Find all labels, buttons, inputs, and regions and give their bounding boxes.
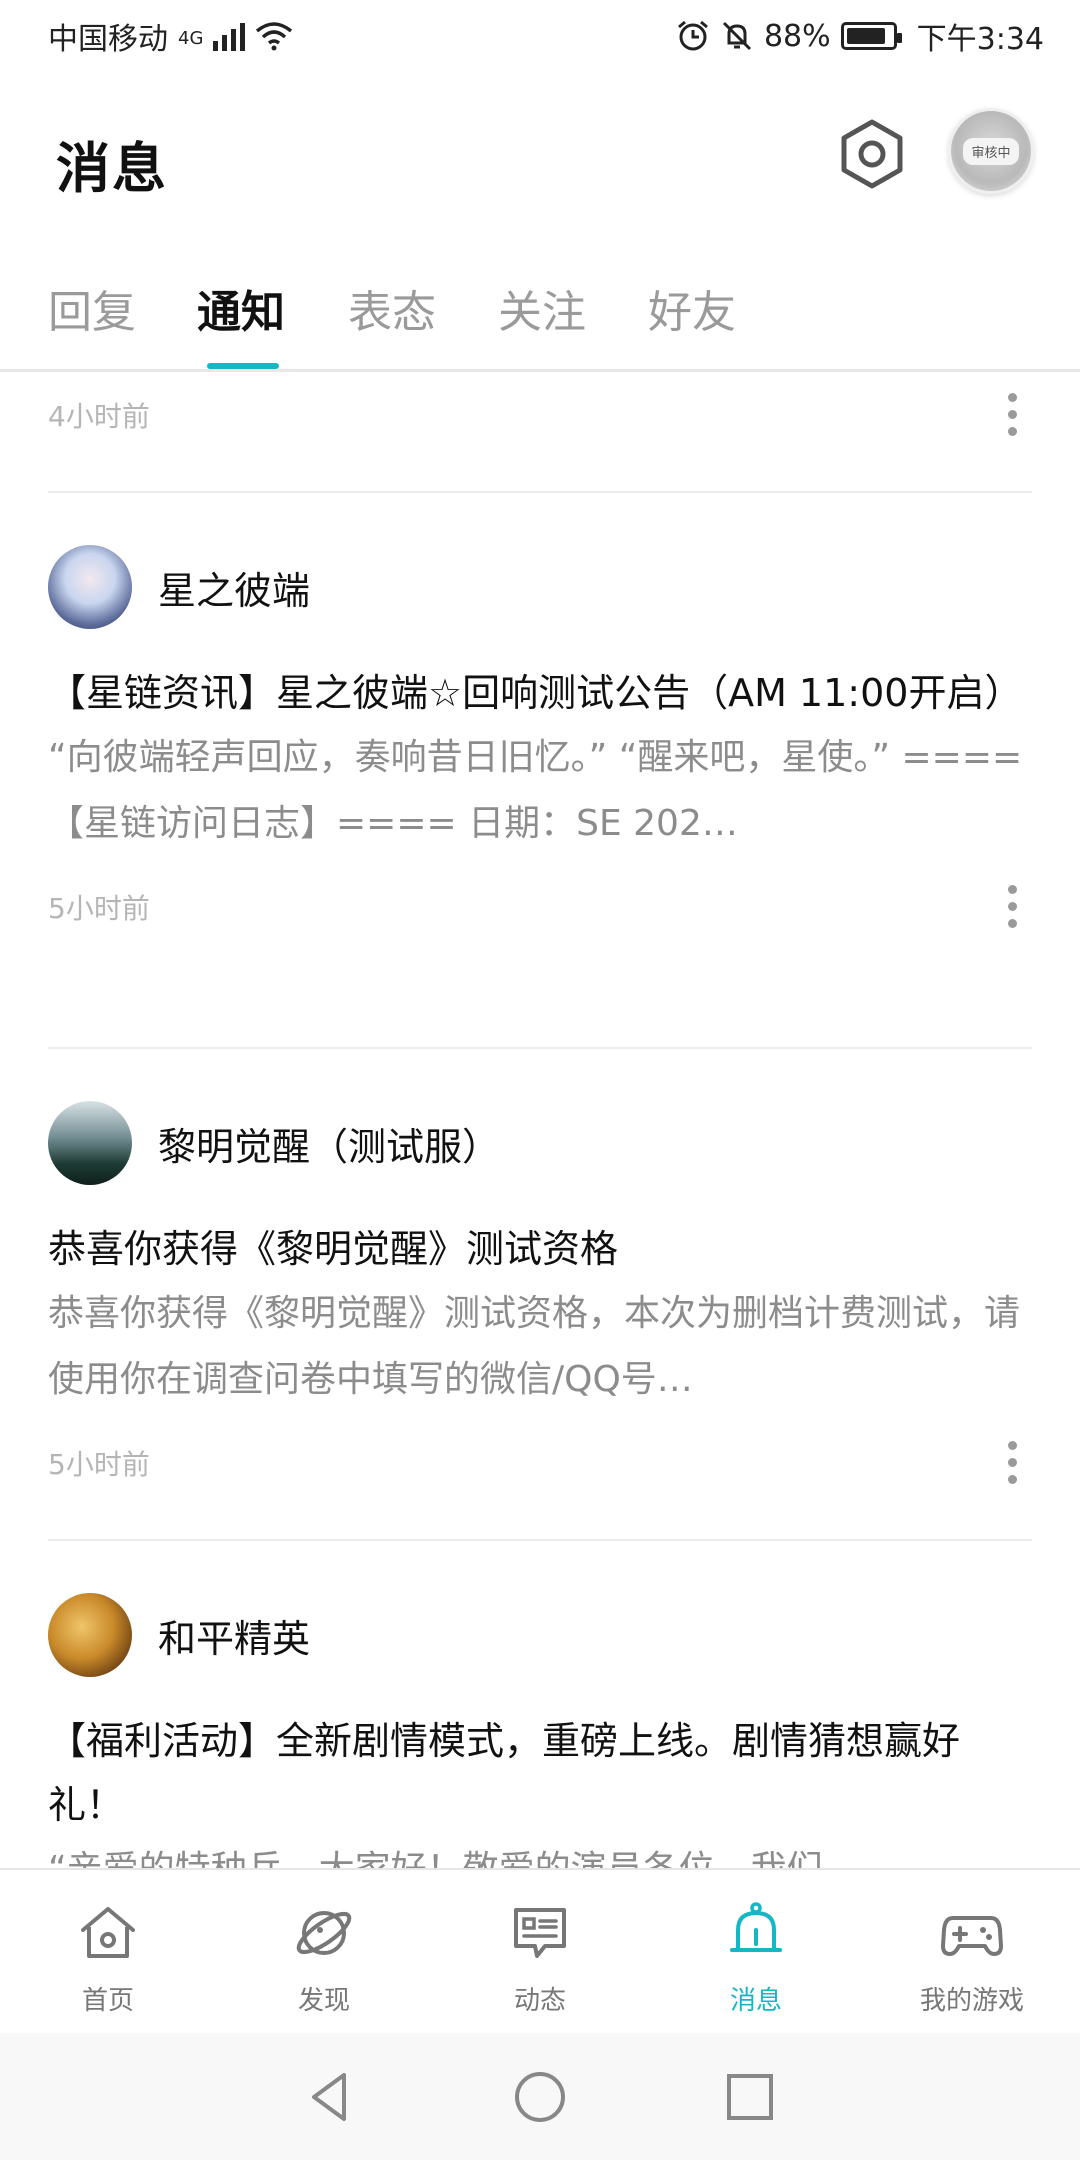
- nav-feed[interactable]: 动态: [432, 1870, 648, 2033]
- home-circle-icon[interactable]: [510, 2067, 570, 2127]
- nav-label: 动态: [513, 1986, 566, 2016]
- home-icon: [81, 1907, 135, 1958]
- wifi-icon: [256, 22, 293, 51]
- nav-my-games[interactable]: 我的游戏: [864, 1870, 1080, 2033]
- tab-reactions[interactable]: 表态: [348, 276, 436, 356]
- feed-item[interactable]: 黎明觉醒（测试服） 恭喜你获得《黎明觉醒》测试资格 恭喜你获得《黎明觉醒》测试资…: [48, 1099, 1032, 1484]
- divider: [48, 1539, 1032, 1541]
- feed-item[interactable]: 和平精英 【福利活动】全新剧情模式，重磅上线。剧情猜想赢好礼！ “亲爱的特种兵，…: [48, 1591, 1032, 1868]
- carrier-name: 中国移动: [48, 22, 168, 57]
- clock: 下午3:34: [916, 22, 1044, 57]
- author-row[interactable]: 和平精英: [48, 1591, 1032, 1679]
- avatar-review-badge: 审核中: [963, 137, 1019, 165]
- nav-label: 消息: [729, 1986, 782, 2016]
- bottom-nav: 首页 发现 动态 消息 我的游戏: [0, 1868, 1080, 2033]
- mute-bell-icon: [722, 21, 751, 51]
- author-name[interactable]: 和平精英: [158, 1608, 310, 1663]
- settings-icon: [841, 119, 903, 189]
- item-time: 4小时前: [48, 400, 150, 433]
- post-excerpt[interactable]: “向彼端轻声回应，奏响昔日旧忆。” “醒来吧，星使。” ====【星链访问日志】…: [48, 725, 1032, 857]
- feed-item[interactable]: 星之彼端 【星链资讯】星之彼端☆回响测试公告（AM 11:00开启） “向彼端轻…: [48, 543, 1032, 928]
- tab-notifications[interactable]: 通知: [197, 276, 285, 356]
- tab-follows[interactable]: 关注: [498, 276, 586, 356]
- nav-home[interactable]: 首页: [0, 1870, 216, 2033]
- author-row[interactable]: 黎明觉醒（测试服）: [48, 1099, 1032, 1187]
- post-title[interactable]: 【星链资讯】星之彼端☆回响测试公告（AM 11:00开启）: [48, 661, 1032, 725]
- item-time: 5小时前: [48, 892, 150, 925]
- post-title[interactable]: 【福利活动】全新剧情模式，重磅上线。剧情猜想赢好礼！: [48, 1709, 1032, 1837]
- battery-fill: [846, 28, 886, 44]
- author-row[interactable]: 星之彼端: [48, 543, 1032, 631]
- tab-friends[interactable]: 好友: [648, 276, 736, 356]
- author-name[interactable]: 星之彼端: [158, 560, 310, 615]
- more-options-icon[interactable]: [1000, 885, 1024, 928]
- back-icon[interactable]: [300, 2067, 360, 2127]
- header: 消息 审核中: [0, 100, 1080, 210]
- nav-label: 我的游戏: [919, 1986, 1024, 2016]
- post-excerpt[interactable]: 恭喜你获得《黎明觉醒》测试资格，本次为删档计费测试，请使用你在调查问卷中填写的微…: [48, 1281, 1032, 1413]
- more-options-icon[interactable]: [1000, 1441, 1024, 1484]
- battery-percent: 88%: [763, 18, 831, 54]
- item-time: 5小时前: [48, 1448, 150, 1481]
- system-nav-bar: [0, 2033, 1080, 2160]
- bell-icon: [730, 1902, 782, 1952]
- alarm-icon: [677, 20, 708, 51]
- gamepad-icon: [941, 1916, 1003, 1956]
- feed-item-partial[interactable]: 4小时前: [48, 393, 1032, 436]
- status-left: 中国移动 4G: [48, 14, 293, 58]
- item-footer: 5小时前: [48, 885, 1032, 928]
- network-type: 4G: [178, 28, 204, 49]
- nav-discover[interactable]: 发现: [216, 1870, 432, 2033]
- item-footer: 5小时前: [48, 1441, 1032, 1484]
- status-bar: 中国移动 4G 88% 下午3:34: [0, 0, 1080, 72]
- signal-icon: [213, 21, 246, 51]
- battery-icon: [840, 22, 902, 50]
- message-tabs: 回复 通知 表态 关注 好友: [0, 262, 1080, 372]
- page-title: 消息: [56, 137, 168, 200]
- nav-messages[interactable]: 消息: [648, 1870, 864, 2033]
- chat-card-icon: [514, 1908, 566, 1958]
- my-avatar[interactable]: 审核中: [948, 108, 1034, 194]
- divider: [48, 1047, 1032, 1049]
- planet-icon: [296, 1911, 352, 1955]
- nav-label: 发现: [297, 1986, 350, 2016]
- author-avatar[interactable]: [48, 1593, 132, 1677]
- tab-replies[interactable]: 回复: [48, 276, 136, 356]
- post-excerpt[interactable]: “亲爱的特种兵，大家好！敬爱的演员各位，我们: [48, 1837, 1032, 1868]
- author-avatar[interactable]: [48, 1101, 132, 1185]
- more-options-icon[interactable]: [1000, 393, 1024, 436]
- author-name[interactable]: 黎明觉醒（测试服）: [158, 1116, 500, 1171]
- nav-label: 首页: [81, 1986, 134, 2016]
- recent-apps-icon[interactable]: [720, 2067, 780, 2127]
- author-avatar[interactable]: [48, 545, 132, 629]
- post-title[interactable]: 恭喜你获得《黎明觉醒》测试资格: [48, 1217, 1032, 1281]
- active-tab-indicator: [207, 363, 279, 369]
- divider: [48, 491, 1032, 493]
- notification-feed[interactable]: 4小时前 星之彼端 【星链资讯】星之彼端☆回响测试公告（AM 11:00开启） …: [0, 375, 1080, 1868]
- status-right: 88% 下午3:34: [676, 14, 1044, 58]
- settings-button[interactable]: [832, 114, 912, 194]
